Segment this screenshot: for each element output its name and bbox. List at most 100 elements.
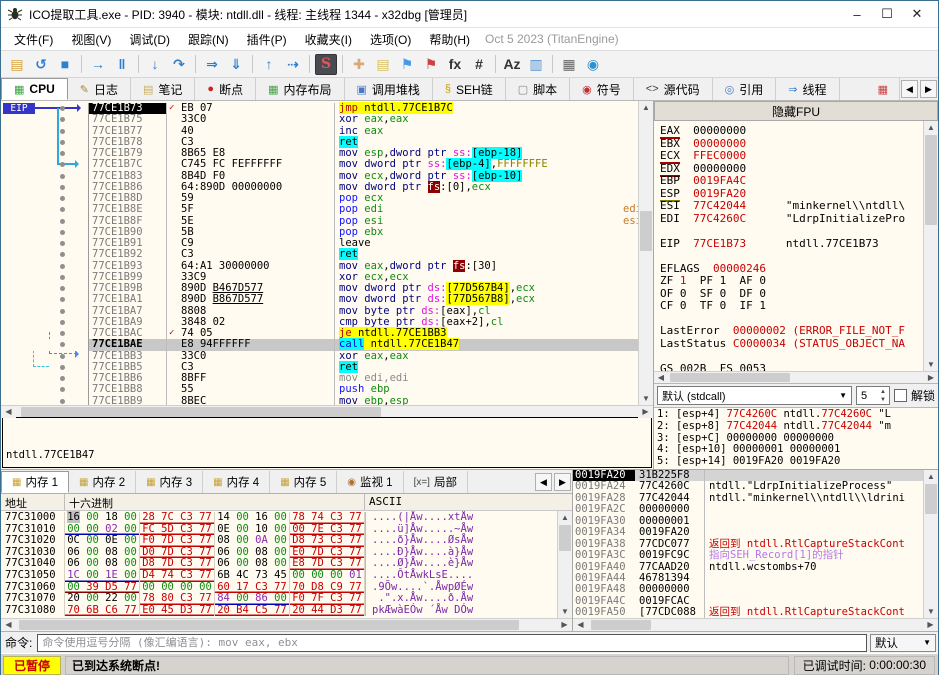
tab-callstack[interactable]: ▣ 调用堆栈 — [345, 78, 433, 100]
disasm-gutter[interactable] — [1, 181, 89, 193]
tab-watch-1[interactable]: ◉ 监视 1 — [337, 471, 404, 493]
disasm-address[interactable]: 77CE1B92 — [89, 248, 167, 261]
dump-hscrollbar[interactable]: ◀ ▶ — [1, 618, 572, 631]
disasm-bytes[interactable]: 8BEC — [167, 395, 335, 405]
dump-byte-group[interactable]: 20 44 D3 77 — [290, 604, 365, 617]
disasm-gutter[interactable] — [1, 215, 89, 227]
disasm-gutter[interactable] — [1, 170, 89, 182]
tab-cpu[interactable]: ▦ CPU — [1, 78, 68, 100]
disasm-address[interactable]: 77CE1B8E — [89, 203, 167, 216]
dump-row[interactable]: 77C31080 70 6B C6 77 E0 45 D3 77 20 B4 C5 7… — [1, 604, 557, 617]
disasm-comment[interactable] — [619, 396, 638, 406]
disasm-hscrollbar[interactable]: ◀ ▶ — [1, 405, 653, 418]
disasm-comment[interactable] — [619, 261, 638, 272]
dump-address[interactable]: 77C31080 — [1, 604, 65, 617]
disasm-row[interactable]: 77CE1BAE E8 94FFFFFF call ntdll.77CE1B47 — [1, 338, 638, 351]
disasm-row[interactable]: 77CE1B7C C745 FC FEFFFFFF mov dword ptr ss… — [1, 158, 638, 171]
disasm-comment[interactable] — [619, 373, 638, 384]
disasm-gutter[interactable] — [1, 226, 89, 238]
disasm-address[interactable]: 77CE1BAE — [89, 338, 167, 351]
register-row[interactable]: LastStatus C0000034 (STATUS_OBJECT_NA — [660, 337, 923, 351]
disasm-comment[interactable] — [619, 306, 638, 317]
command-profile-dropdown[interactable]: 默认 ▼ — [870, 633, 936, 652]
disasm-gutter[interactable] — [1, 114, 89, 126]
disasm-gutter[interactable] — [1, 136, 89, 148]
disasm-comment[interactable] — [619, 114, 638, 125]
scroll-up-icon[interactable]: ▲ — [639, 101, 653, 114]
stack-address[interactable]: 0019FA3C — [573, 549, 635, 561]
disasm-gutter[interactable] — [1, 294, 89, 306]
breakpoint-dot[interactable] — [60, 218, 65, 224]
dump-byte-group[interactable]: E0 45 D3 77 — [140, 604, 215, 617]
breakpoint-dot[interactable] — [60, 297, 65, 303]
scroll-right-icon[interactable]: ▶ — [557, 619, 572, 631]
disasm-row[interactable]: 77CE1BB8 55 push ebp — [1, 383, 638, 396]
disasm-gutter[interactable] — [1, 193, 89, 205]
scroll-left-icon[interactable]: ◀ — [1, 406, 16, 418]
disasm-gutter[interactable] — [1, 350, 89, 362]
scroll-down-icon[interactable]: ▼ — [924, 358, 938, 371]
comments-icon[interactable]: ▤ — [372, 54, 394, 75]
registers-vscrollbar[interactable]: ▲ ▼ — [923, 121, 938, 371]
disasm-comment[interactable] — [619, 362, 638, 373]
stack-comment[interactable] — [705, 504, 923, 515]
restart-icon[interactable]: ↺ — [30, 54, 52, 75]
close-button[interactable]: ✕ — [902, 4, 932, 24]
menu-item[interactable]: 文件(F) — [5, 28, 62, 51]
tab-notes[interactable]: ▤ 笔记 — [131, 78, 196, 100]
breakpoint-dot[interactable] — [60, 117, 65, 123]
disasm-comment[interactable] — [619, 159, 638, 170]
disasm-vscrollbar[interactable]: ▲ ▼ — [638, 101, 653, 405]
trace-over-icon[interactable]: ⇓ — [225, 54, 247, 75]
menu-item[interactable]: 选项(O) — [361, 28, 420, 51]
disasm-comment[interactable] — [619, 148, 638, 159]
scroll-down-icon[interactable]: ▼ — [639, 392, 653, 405]
step-into-icon[interactable]: ↓ — [144, 54, 166, 75]
disasm-comment[interactable] — [619, 339, 638, 350]
disasm-gutter[interactable] — [1, 339, 89, 351]
menu-item[interactable]: 插件(P) — [238, 28, 296, 51]
dump-ascii[interactable]: ....ÔtÅwkLsE.... — [365, 569, 557, 582]
tab-log[interactable]: ✎ 日志 — [68, 78, 131, 100]
argument-row[interactable]: 5: [esp+14] 0019FA20 0019FA20 — [657, 455, 938, 468]
disasm-gutter[interactable] — [1, 148, 89, 160]
scroll-up-icon[interactable]: ▲ — [924, 470, 938, 483]
breakpoint-dot[interactable] — [60, 331, 65, 336]
breakpoint-dot[interactable] — [60, 308, 65, 314]
command-input[interactable] — [37, 633, 867, 652]
disasm-gutter[interactable] — [1, 395, 89, 405]
breakpoint-dot[interactable] — [60, 128, 65, 134]
register-row[interactable]: CF 0 TF 0 IF 1 — [660, 299, 923, 313]
disasm-comment[interactable] — [619, 351, 638, 362]
registers-hscrollbar[interactable]: ◀ ▶ — [654, 371, 938, 383]
stack-address[interactable]: 0019FA34 — [573, 526, 635, 538]
disasm-address[interactable]: 77CE1BB8 — [89, 383, 167, 396]
dump-tab-scroll-left-button[interactable]: ◀ — [535, 473, 552, 491]
disasm-address[interactable]: 77CE1B7C — [89, 158, 167, 171]
disasm-comment[interactable]: esi — [619, 215, 638, 227]
disasm-comment[interactable] — [619, 294, 638, 305]
dump-tab-scroll-right-button[interactable]: ▶ — [554, 473, 571, 491]
stack-value[interactable]: 0019FC9C — [635, 549, 705, 562]
register-row[interactable]: GS 002B FS 0053 — [660, 362, 923, 371]
tab-memory-3[interactable]: ▦ 内存 3 — [136, 471, 204, 493]
scroll-down-icon[interactable]: ▼ — [924, 605, 938, 618]
breakpoint-dot[interactable] — [60, 342, 65, 348]
disasm-gutter[interactable] — [1, 361, 89, 373]
menu-item[interactable]: 视图(V) — [62, 28, 120, 51]
stack-comment[interactable]: 返回到 ntdll.RtlCaptureStackCont — [705, 607, 923, 618]
disasm-comment[interactable] — [619, 317, 638, 328]
bookmarks-icon[interactable]: ⚑ — [420, 54, 442, 75]
emulator-icon[interactable]: ▥ — [525, 54, 547, 75]
breakpoint-dot[interactable] — [60, 151, 65, 156]
disasm-row[interactable]: 77CE1BA1 890D B867D577 mov dword ptr ds:[7… — [1, 293, 638, 306]
stack-value[interactable]: [77CDC088 — [635, 606, 705, 618]
hash-icon[interactable]: # — [468, 54, 490, 75]
disasm-comment[interactable] — [619, 249, 638, 260]
disasm-gutter[interactable] — [1, 328, 89, 340]
stack-value[interactable]: 0019FA20 — [635, 526, 705, 539]
breakpoint-dot[interactable] — [60, 241, 65, 246]
stack-comment[interactable]: ntdll.wcstombs+70 — [705, 561, 923, 573]
spinner-arrows-icon[interactable]: ▲ ▼ — [877, 388, 889, 404]
disasm-gutter[interactable] — [1, 316, 89, 328]
